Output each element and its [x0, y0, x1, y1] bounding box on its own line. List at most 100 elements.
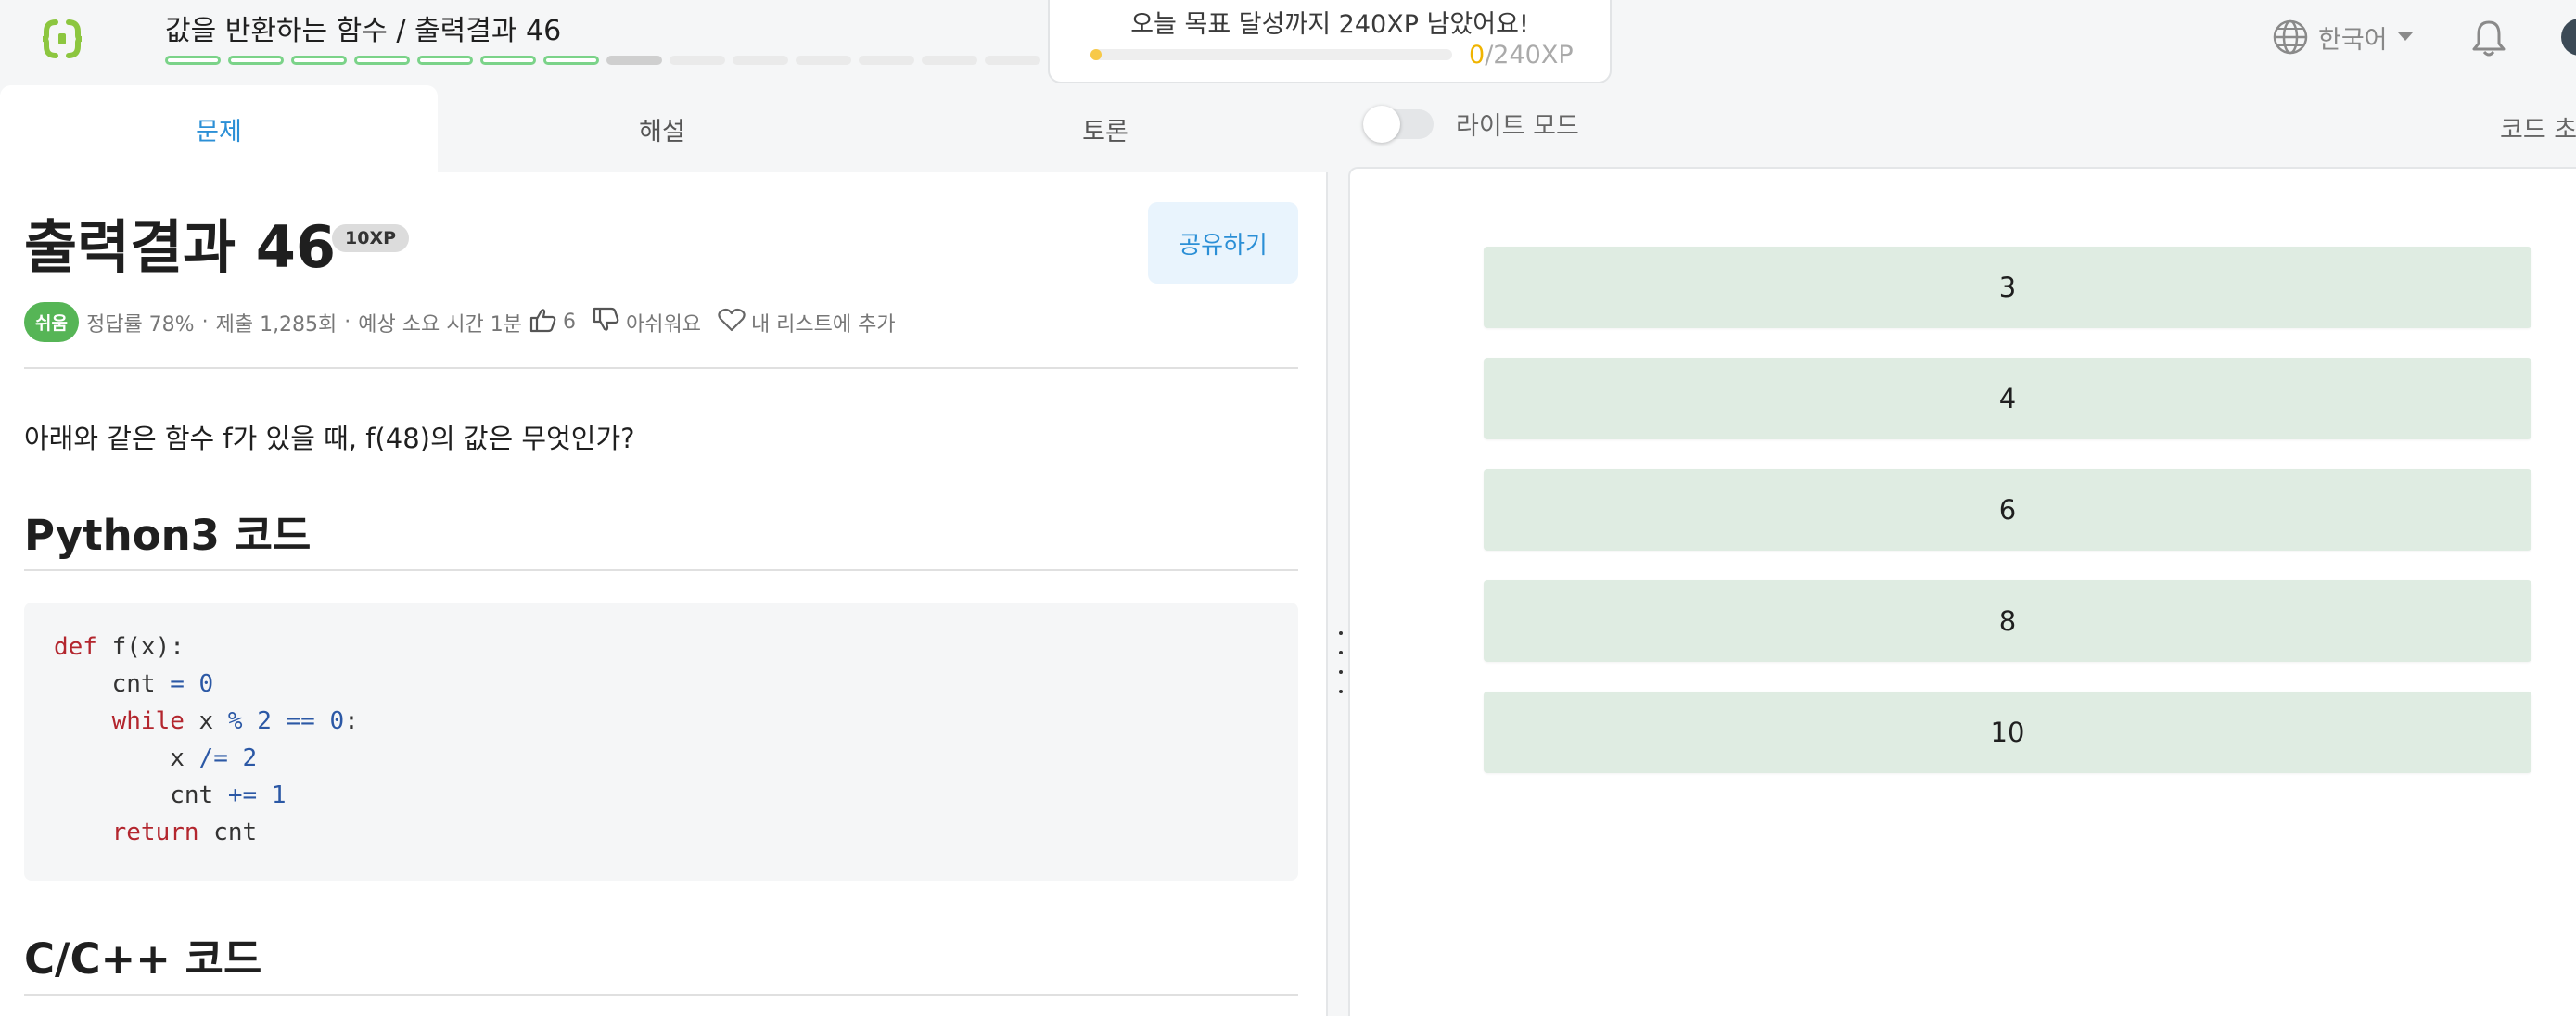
- caret-down-icon: [2397, 32, 2414, 43]
- daily-goal-progress-bar: [1090, 49, 1452, 60]
- divider: [24, 569, 1298, 571]
- code-token: 0: [329, 707, 345, 735]
- code-reset-button[interactable]: 코드 초: [2500, 109, 2576, 146]
- code-token: x: [184, 707, 228, 735]
- answer-choice[interactable]: 10: [1484, 692, 2531, 773]
- code-token: 2: [257, 707, 272, 735]
- answer-choice[interactable]: 4: [1484, 358, 2531, 439]
- logo-icon[interactable]: [41, 17, 89, 61]
- daily-goal-panel: 오늘 목표 달성까지 240XP 남았어요! 0/240XP: [1048, 0, 1612, 83]
- answer-panel: 3 4 6 8 10: [1348, 167, 2576, 1016]
- progress-step-8[interactable]: [606, 56, 662, 65]
- meta-separator: ·: [344, 311, 351, 334]
- tab-explanation[interactable]: 해설: [443, 85, 881, 172]
- progress-step-13[interactable]: [922, 56, 977, 65]
- problem-meta: 쉬움 정답률 78% · 제출 1,285회 · 예상 소요 시간 1분 6 아…: [24, 302, 912, 342]
- daily-goal-total: /240XP: [1485, 41, 1574, 70]
- globe-icon: [2272, 19, 2309, 56]
- code-token: 0: [198, 670, 214, 698]
- tab-problem[interactable]: 문제: [0, 85, 438, 172]
- code-token: f(x):: [96, 633, 185, 661]
- code-token: cnt: [198, 819, 258, 846]
- avatar[interactable]: [2561, 19, 2576, 56]
- estimated-time: 예상 소요 시간 1분: [358, 312, 522, 337]
- progress-step-6[interactable]: [480, 56, 536, 65]
- toggle-knob: [1363, 105, 1400, 143]
- share-button[interactable]: 공유하기: [1148, 202, 1298, 284]
- code-token: %: [227, 707, 243, 735]
- problem-title: 출력결과 46: [24, 213, 337, 281]
- progress-step-7[interactable]: [543, 56, 599, 65]
- code-token: while: [111, 707, 185, 735]
- daily-goal-current: 0: [1469, 41, 1486, 70]
- question-text: 아래와 같은 함수 f가 있을 때, f(48)의 값은 무엇인가?: [24, 423, 635, 454]
- answer-choice[interactable]: 3: [1484, 247, 2531, 328]
- code-token: +=: [227, 781, 258, 809]
- code-token: 1: [271, 781, 287, 809]
- difficulty-badge: 쉬움: [24, 302, 79, 342]
- code-line: while x % 2 == 0:: [54, 703, 1269, 740]
- heart-icon: [718, 308, 746, 337]
- thumbs-up-icon: [529, 307, 557, 338]
- code-token: =: [170, 670, 185, 698]
- problem-panel: 출력결과 46 10XP 공유하기 쉬움 정답률 78% · 제출 1,285회…: [0, 172, 1328, 1016]
- code-token: def: [54, 633, 97, 661]
- tab-discussion[interactable]: 토론: [886, 85, 1324, 172]
- language-label: 한국어: [2318, 25, 2388, 55]
- meta-separator: ·: [201, 311, 209, 334]
- daily-goal-count: 0/240XP: [1469, 41, 1574, 70]
- python-code-block: def f(x): cnt = 0 while x % 2 == 0: x /=…: [24, 603, 1298, 881]
- progress-step-3[interactable]: [291, 56, 347, 65]
- drag-handle-icon: [1339, 631, 1343, 693]
- code-line: def f(x):: [54, 629, 1269, 666]
- code-token: /=: [198, 744, 228, 772]
- xp-badge: 10XP: [332, 224, 410, 252]
- code-line: return cnt: [54, 814, 1269, 851]
- like-count: 6: [562, 311, 576, 334]
- dislike-button[interactable]: 아쉬워요: [593, 307, 701, 338]
- light-mode-toggle[interactable]: [1363, 105, 1434, 143]
- progress-step-2[interactable]: [228, 56, 284, 65]
- light-mode-toggle-group: 라이트 모드: [1363, 105, 1579, 143]
- progress-step-5[interactable]: [417, 56, 473, 65]
- bell-icon[interactable]: [2470, 19, 2507, 61]
- accuracy-rate: 정답률 78%: [85, 312, 195, 337]
- code-token: return: [111, 819, 199, 846]
- lesson-title: 값을 반환하는 함수 / 출력결과 46: [165, 15, 562, 47]
- submission-count: 제출 1,285회: [215, 312, 338, 337]
- progress-step-11[interactable]: [796, 56, 851, 65]
- like-button[interactable]: 6: [529, 307, 576, 338]
- answer-choice[interactable]: 8: [1484, 580, 2531, 662]
- progress-step-4[interactable]: [354, 56, 410, 65]
- light-mode-label: 라이트 모드: [1456, 112, 1579, 141]
- code-token: cnt: [54, 781, 228, 809]
- divider: [24, 367, 1298, 369]
- code-token: 2: [242, 744, 258, 772]
- lesson-progress-steps: [165, 56, 1040, 65]
- daily-goal-message: 오늘 목표 달성까지 240XP 남았어요!: [1130, 10, 1529, 39]
- progress-step-12[interactable]: [859, 56, 914, 65]
- code-token: x: [54, 744, 199, 772]
- code-token: cnt: [54, 670, 171, 698]
- progress-step-14[interactable]: [985, 56, 1040, 65]
- panel-resize-handle[interactable]: [1328, 172, 1348, 1016]
- divider: [24, 994, 1298, 996]
- answer-choice[interactable]: 6: [1484, 469, 2531, 551]
- daily-goal-progress-fill: [1090, 49, 1102, 60]
- progress-step-10[interactable]: [733, 56, 788, 65]
- c-code-heading: C/C++ 코드: [24, 934, 262, 984]
- thumbs-down-icon: [593, 307, 620, 338]
- language-selector[interactable]: 한국어: [2272, 19, 2414, 56]
- python-code-heading: Python3 코드: [24, 511, 312, 560]
- add-to-list-button[interactable]: 내 리스트에 추가: [718, 308, 896, 337]
- progress-step-9[interactable]: [670, 56, 725, 65]
- problem-tabs: 문제 해설 토론: [0, 85, 1335, 172]
- progress-step-1[interactable]: [165, 56, 221, 65]
